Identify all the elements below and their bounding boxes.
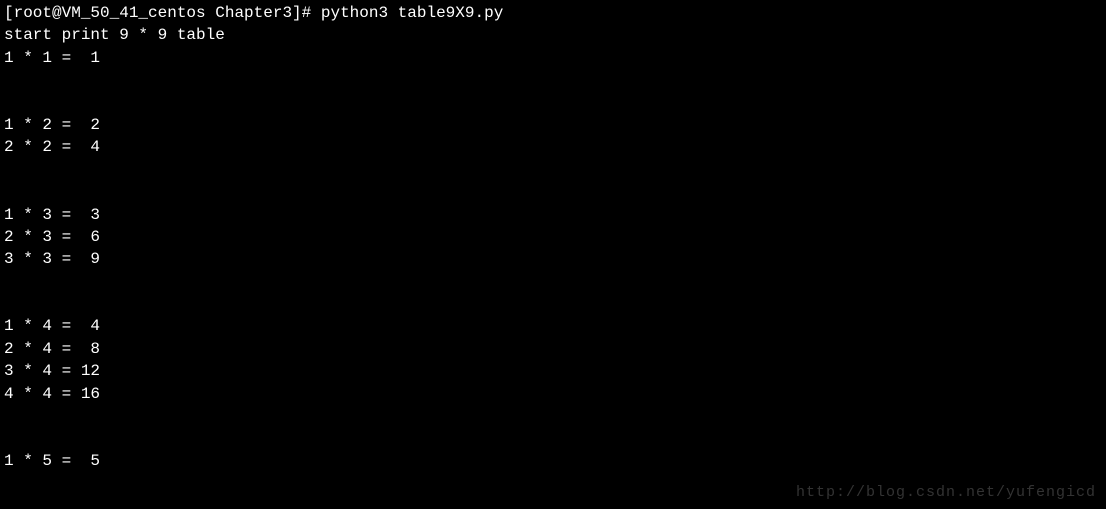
output-header: start print 9 * 9 table xyxy=(4,24,1102,46)
blank-line xyxy=(4,181,1102,203)
output-line: 2 * 2 = 4 xyxy=(4,136,1102,158)
blank-line xyxy=(4,159,1102,181)
output-line: 4 * 4 = 16 xyxy=(4,383,1102,405)
blank-line xyxy=(4,427,1102,449)
watermark-text: http://blog.csdn.net/yufengicd xyxy=(796,482,1096,503)
command-text: python3 table9X9.py xyxy=(321,4,503,22)
blank-line xyxy=(4,92,1102,114)
blank-line xyxy=(4,293,1102,315)
shell-prompt: [root@VM_50_41_centos Chapter3]# xyxy=(4,4,321,22)
output-line: 1 * 4 = 4 xyxy=(4,315,1102,337)
output-line: 3 * 4 = 12 xyxy=(4,360,1102,382)
output-line: 1 * 3 = 3 xyxy=(4,204,1102,226)
command-line[interactable]: [root@VM_50_41_centos Chapter3]# python3… xyxy=(4,2,1102,24)
output-line: 3 * 3 = 9 xyxy=(4,248,1102,270)
blank-line xyxy=(4,405,1102,427)
blank-line xyxy=(4,69,1102,91)
output-line: 1 * 2 = 2 xyxy=(4,114,1102,136)
output-line: 1 * 5 = 5 xyxy=(4,450,1102,472)
output-line: 1 * 1 = 1 xyxy=(4,47,1102,69)
blank-line xyxy=(4,271,1102,293)
output-line: 2 * 4 = 8 xyxy=(4,338,1102,360)
output-line: 2 * 3 = 6 xyxy=(4,226,1102,248)
